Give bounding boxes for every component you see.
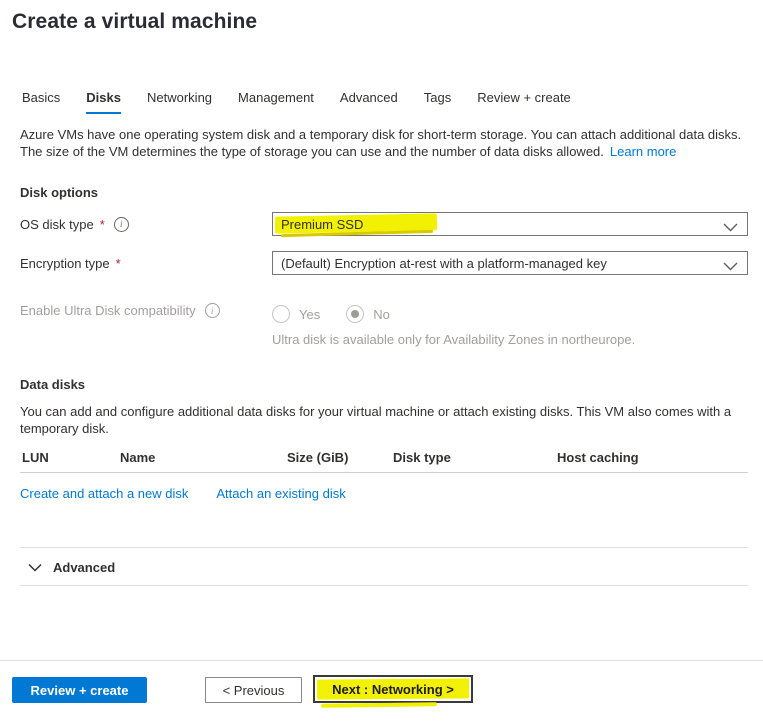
next-button-label: Next : Networking > <box>332 682 454 697</box>
encryption-type-value: (Default) Encryption at-rest with a plat… <box>281 256 607 271</box>
radio-no-circle <box>346 305 364 323</box>
ultra-disk-helper-text: Ultra disk is available only for Availab… <box>272 332 748 347</box>
os-disk-type-field: Premium SSD <box>272 212 748 236</box>
ultra-disk-radio-group: Yes No <box>272 305 748 323</box>
chevron-down-icon <box>723 220 738 235</box>
yellow-highlight-spill <box>321 702 437 708</box>
divider <box>20 585 748 586</box>
tab-tags[interactable]: Tags <box>424 90 451 114</box>
info-icon[interactable]: i <box>205 303 220 318</box>
radio-no-label: No <box>373 307 390 322</box>
review-create-button[interactable]: Review + create <box>12 677 147 703</box>
advanced-section-label: Advanced <box>53 560 115 575</box>
footer-bar: Review + create < Previous Next : Networ… <box>0 660 763 723</box>
data-disks-description: You can add and configure additional dat… <box>20 403 752 437</box>
previous-button[interactable]: < Previous <box>205 677 302 703</box>
os-disk-type-value: Premium SSD <box>281 217 363 232</box>
ultra-disk-label-group: Enable Ultra Disk compatibility i <box>20 303 272 318</box>
data-disks-links: Create and attach a new disk Attach an e… <box>20 486 748 501</box>
required-marker: * <box>116 256 121 271</box>
radio-no: No <box>346 305 390 323</box>
table-divider <box>20 472 748 473</box>
create-vm-page: Create a virtual machine Basics Disks Ne… <box>0 0 763 723</box>
encryption-type-label-group: Encryption type * <box>20 256 272 271</box>
learn-more-link[interactable]: Learn more <box>610 144 676 159</box>
page-title: Create a virtual machine <box>12 10 748 34</box>
intro-paragraph: Azure VMs have one operating system disk… <box>20 126 752 160</box>
radio-yes-label: Yes <box>299 307 320 322</box>
attach-existing-disk-link[interactable]: Attach an existing disk <box>216 486 345 501</box>
data-disks-table-header: LUN Name Size (GiB) Disk type Host cachi… <box>20 450 748 466</box>
encryption-type-field: (Default) Encryption at-rest with a plat… <box>272 251 748 275</box>
os-disk-type-label: OS disk type <box>20 217 94 232</box>
column-header-disk-type: Disk type <box>393 450 451 465</box>
ultra-disk-row: Enable Ultra Disk compatibility i Yes No… <box>20 303 748 347</box>
tab-bar: Basics Disks Networking Management Advan… <box>20 90 748 114</box>
column-header-name: Name <box>120 450 155 465</box>
tab-networking[interactable]: Networking <box>147 90 212 114</box>
column-header-lun: LUN <box>22 450 49 465</box>
tab-disks[interactable]: Disks <box>86 90 121 114</box>
os-disk-type-row: OS disk type * i Premium SSD <box>20 212 748 236</box>
os-disk-type-label-group: OS disk type * i <box>20 217 272 232</box>
tab-basics[interactable]: Basics <box>22 90 60 114</box>
page-content: Create a virtual machine Basics Disks Ne… <box>0 10 763 586</box>
encryption-type-select[interactable]: (Default) Encryption at-rest with a plat… <box>272 251 748 275</box>
chevron-down-icon <box>28 560 42 575</box>
required-marker: * <box>100 217 105 232</box>
encryption-type-row: Encryption type * (Default) Encryption a… <box>20 251 748 275</box>
info-icon[interactable]: i <box>114 217 129 232</box>
create-attach-new-disk-link[interactable]: Create and attach a new disk <box>20 486 188 501</box>
tab-review-create[interactable]: Review + create <box>477 90 571 114</box>
column-header-size: Size (GiB) <box>287 450 348 465</box>
ultra-disk-label: Enable Ultra Disk compatibility <box>20 303 196 318</box>
column-header-host-caching: Host caching <box>557 450 639 465</box>
advanced-section-toggle[interactable]: Advanced <box>20 548 748 585</box>
tab-management[interactable]: Management <box>238 90 314 114</box>
data-disks-heading: Data disks <box>20 377 748 392</box>
ultra-disk-field: Yes No Ultra disk is available only for … <box>272 303 748 347</box>
disk-options-heading: Disk options <box>20 185 748 200</box>
os-disk-type-select[interactable]: Premium SSD <box>272 212 748 236</box>
radio-yes-circle <box>272 305 290 323</box>
tab-advanced[interactable]: Advanced <box>340 90 398 114</box>
next-networking-button[interactable]: Next : Networking > <box>313 675 473 703</box>
radio-yes: Yes <box>272 305 320 323</box>
chevron-down-icon <box>723 259 738 274</box>
encryption-type-label: Encryption type <box>20 256 110 271</box>
